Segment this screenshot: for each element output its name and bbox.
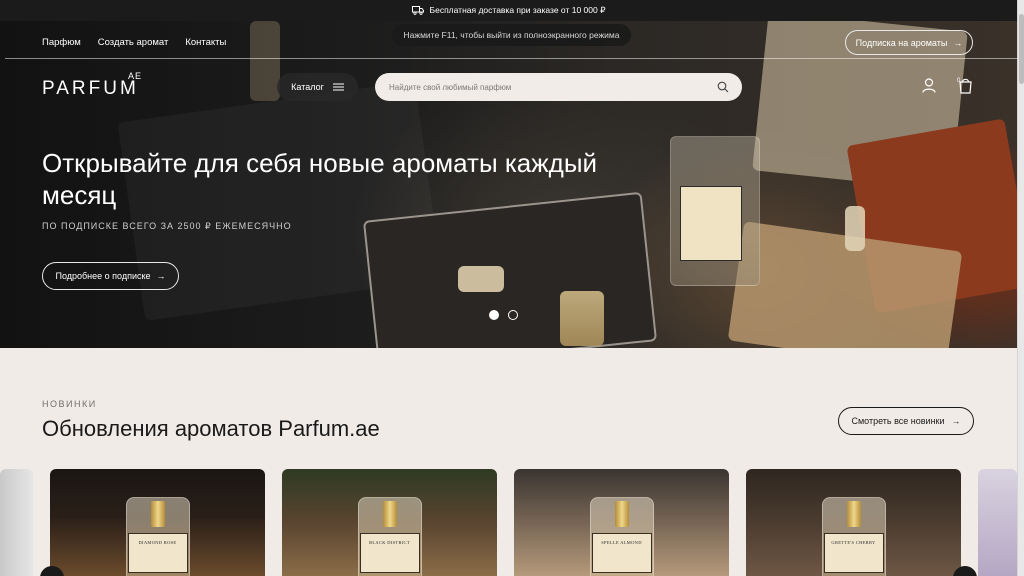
slider-dot-active[interactable] xyxy=(489,310,499,320)
header-divider xyxy=(5,58,1017,59)
search-bar[interactable]: Найдите свой любимый парфюм xyxy=(375,73,742,101)
section-label: НОВИНКИ xyxy=(42,399,97,409)
product-card[interactable]: GRETTE'S CHERRY xyxy=(746,469,961,576)
announcement-bar: Бесплатная доставка при заказе от 10 000… xyxy=(0,0,1017,21)
search-input[interactable]: Найдите свой любимый парфюм xyxy=(389,83,717,92)
arrow-right-icon: → xyxy=(953,37,963,48)
shopping-bag-icon[interactable] xyxy=(957,76,974,94)
product-label: BLACK DISTRICT xyxy=(359,533,420,573)
product-label: SPELLE ALMOND xyxy=(591,533,652,573)
hero-vial-2 xyxy=(845,206,865,251)
hero-vial xyxy=(458,266,504,292)
hero-banner: Парфюм Создать аромат Контакты Нажмите F… xyxy=(0,21,1017,348)
menu-icon xyxy=(332,83,344,91)
logo-suffix: AE xyxy=(128,71,143,81)
product-card[interactable]: BLACK DISTRICT xyxy=(282,469,497,576)
bottle-cap xyxy=(614,501,629,527)
product-label: DIAMOND ROSE xyxy=(127,533,188,573)
product-card-partial-right[interactable] xyxy=(978,469,1017,576)
section-title: Обновления ароматов Parfum.ae xyxy=(42,416,380,441)
fullscreen-notice: Нажмите F11, чтобы выйти из полноэкранно… xyxy=(392,24,631,46)
view-all-new-button[interactable]: Смотреть все новинки → xyxy=(838,407,974,435)
hero-bottle-small xyxy=(560,291,604,346)
main-nav: Парфюм Создать аромат Контакты xyxy=(42,37,226,48)
subscription-details-button[interactable]: Подробнее о подписке → xyxy=(42,262,179,290)
product-card-partial-left[interactable] xyxy=(0,469,33,576)
catalog-button[interactable]: Каталог xyxy=(277,73,358,101)
search-icon[interactable] xyxy=(717,81,729,93)
product-card[interactable]: DIAMOND ROSE xyxy=(50,469,265,576)
slider-dot[interactable] xyxy=(508,310,518,320)
hero-bottle-top xyxy=(250,21,280,101)
subscription-details-label: Подробнее о подписке xyxy=(55,271,151,281)
arrow-right-icon: → xyxy=(951,416,961,426)
hero-title: Открывайте для себя новые ароматы каждый… xyxy=(42,148,598,210)
truck-icon xyxy=(411,6,424,15)
scrollbar-thumb[interactable] xyxy=(1019,14,1024,84)
bottle-cap xyxy=(150,501,165,527)
product-label: GRETTE'S CHERRY xyxy=(823,533,884,573)
bottle-cap xyxy=(846,501,861,527)
view-all-new-label: Смотреть все новинки xyxy=(851,416,945,426)
user-icon[interactable] xyxy=(922,78,936,93)
announcement-text: Бесплатная доставка при заказе от 10 000… xyxy=(429,5,606,15)
hero-subtitle: ПО ПОДПИСКЕ ВСЕГО ЗА 2500 ₽ ЕЖЕМЕСЯЧНО xyxy=(42,221,292,231)
bottle-cap xyxy=(382,501,397,527)
catalog-label: Каталог xyxy=(291,82,324,92)
subscription-button[interactable]: Подписка на ароматы → xyxy=(845,30,973,55)
nav-link-contacts[interactable]: Контакты xyxy=(185,37,226,48)
hero-bottle-label xyxy=(680,186,742,261)
nav-link-perfume[interactable]: Парфюм xyxy=(42,37,81,48)
page-scrollbar[interactable] xyxy=(1017,0,1024,576)
nav-link-create[interactable]: Создать аромат xyxy=(98,37,169,48)
product-card[interactable]: SPELLE ALMOND xyxy=(514,469,729,576)
site-logo[interactable]: PARFUM xyxy=(42,78,139,100)
arrow-right-icon: → xyxy=(156,271,166,281)
subscription-button-label: Подписка на ароматы xyxy=(855,37,948,48)
